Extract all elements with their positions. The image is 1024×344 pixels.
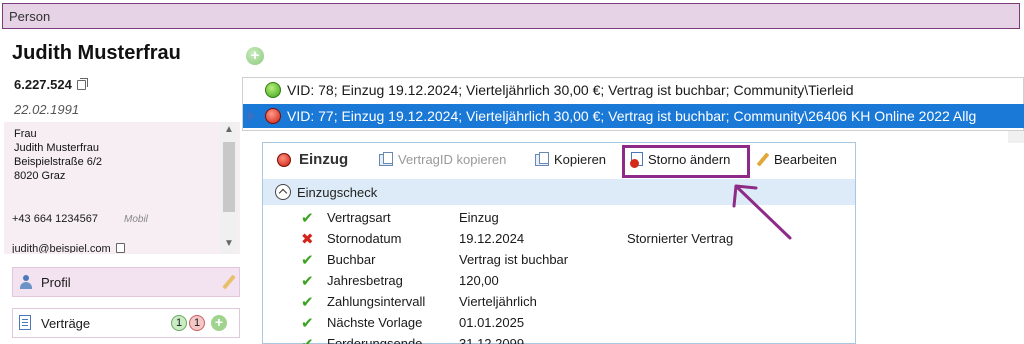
copy-icon [535, 152, 549, 166]
address-salutation: Frau [14, 128, 37, 140]
person-id: 6.227.524 [14, 77, 88, 92]
list-item[interactable]: VID: 78; Einzug 19.12.2024; Vierteljährl… [243, 78, 1024, 102]
section-title: Einzugscheck [297, 185, 378, 200]
add-icon[interactable]: + [246, 47, 264, 65]
copy-id-label: VertragID kopieren [398, 152, 507, 167]
person-panel: Judith Musterfrau 6.227.524 22.02.1991 F… [2, 30, 240, 344]
check-label: Stornodatum [327, 231, 402, 246]
pointer-arrow-icon [732, 184, 792, 240]
email-address: judith@beispiel.com [12, 242, 125, 253]
check-icon: ✔ [301, 273, 314, 290]
list-scrollbar[interactable] [1008, 131, 1024, 143]
contract-text: VID: 77; Einzug 19.12.2024; Vierteljährl… [287, 108, 977, 124]
check-label: Buchbar [327, 252, 376, 267]
check-icon: ✔ [301, 210, 314, 227]
list-item-selected[interactable]: VID: 77; Einzug 19.12.2024; Vierteljährl… [243, 104, 1024, 128]
status-green-icon [265, 82, 281, 98]
add-contract-icon[interactable]: + [211, 315, 227, 331]
check-label: Vertragsart [327, 210, 391, 225]
birthdate: 22.02.1991 [14, 102, 80, 117]
copy-button[interactable]: Kopieren [535, 152, 606, 167]
detail-title: Einzug [299, 151, 349, 168]
address-name: Judith Musterfrau [14, 142, 99, 154]
check-value: 31.12.2099 [459, 336, 525, 344]
copy-icon [379, 152, 393, 166]
check-value: Vertrag ist buchbar [459, 252, 569, 267]
check-row: ✔ Zahlungsintervall Vierteljährlich [263, 291, 855, 312]
cross-icon: ✖ [301, 231, 314, 248]
copy-id-button[interactable]: VertragID kopieren [379, 152, 506, 167]
check-value: 120,00 [459, 273, 499, 288]
person-icon [19, 275, 33, 289]
scroll-up-icon[interactable]: ▲ [224, 124, 234, 135]
edit-label: Bearbeiten [774, 152, 837, 167]
check-value: 01.01.2025 [459, 315, 525, 330]
check-row: ✔ Nächste Vorlage 01.01.2025 [263, 312, 855, 333]
status-red-icon [277, 153, 291, 167]
storno-highlight [622, 145, 750, 178]
document-icon [19, 315, 31, 330]
scroll-thumb[interactable] [223, 142, 235, 212]
collapse-icon[interactable] [275, 184, 291, 200]
copy-icon[interactable] [76, 78, 88, 90]
contact-scrollbar[interactable]: ▲ ▼ [220, 122, 238, 254]
phone-type: Mobil [124, 214, 148, 225]
check-label: Jahresbetrag [327, 273, 403, 288]
edit-pencil-icon[interactable] [222, 274, 236, 290]
email-value: judith@beispiel.com [12, 243, 111, 253]
check-icon: ✔ [301, 252, 314, 269]
person-name: Judith Musterfrau [12, 42, 181, 64]
contact-box: Frau Judith Musterfrau Beispielstraße 6/… [4, 122, 240, 254]
check-value: 19.12.2024 [459, 231, 525, 246]
check-icon: ✔ [301, 335, 314, 344]
address-street: Beispielstraße 6/2 [14, 156, 103, 168]
contract-list: VID: 78; Einzug 19.12.2024; Vierteljährl… [242, 77, 1024, 131]
address-city: 8020 Graz [14, 170, 66, 182]
copy-label: Kopieren [554, 152, 607, 167]
check-row: ✔ Forderungsende 31.12.2099 [263, 333, 855, 344]
window-title: Person [9, 9, 51, 24]
active-count-badge: 1 [171, 315, 188, 331]
nav-item-vertraege[interactable]: Verträge 1 1 + [12, 308, 240, 338]
window-titlebar: Person [2, 3, 1020, 29]
check-label: Forderungsende [327, 336, 423, 344]
person-id-value: 6.227.524 [14, 77, 72, 92]
row-pointer-icon [248, 110, 255, 122]
check-icon: ✔ [301, 315, 314, 332]
status-red-icon [265, 108, 281, 124]
edit-button[interactable]: Bearbeiten [756, 152, 837, 167]
check-label: Nächste Vorlage [327, 315, 423, 330]
nav-item-profil[interactable]: Profil [12, 267, 240, 297]
detail-toolbar: Einzug VertragID kopieren Kopieren Storn… [263, 143, 855, 177]
check-value: Einzug [459, 210, 499, 225]
check-label: Zahlungsintervall [327, 294, 426, 309]
nav-label-vertraege: Verträge [41, 316, 91, 331]
scroll-down-icon[interactable]: ▼ [224, 238, 234, 249]
check-note: Stornierter Vertrag [627, 231, 734, 246]
cancelled-count-badge: 1 [189, 315, 206, 331]
nav-label-profil: Profil [41, 275, 71, 290]
check-icon: ✔ [301, 294, 314, 311]
phone-number: +43 664 1234567 [12, 213, 98, 225]
pencil-icon [756, 152, 770, 167]
check-row: ✔ Jahresbetrag 120,00 [263, 270, 855, 291]
check-row: ✔ Buchbar Vertrag ist buchbar [263, 249, 855, 270]
copy-email-icon[interactable] [115, 243, 125, 253]
contract-text: VID: 78; Einzug 19.12.2024; Vierteljährl… [287, 82, 854, 98]
check-value: Vierteljährlich [459, 294, 537, 309]
